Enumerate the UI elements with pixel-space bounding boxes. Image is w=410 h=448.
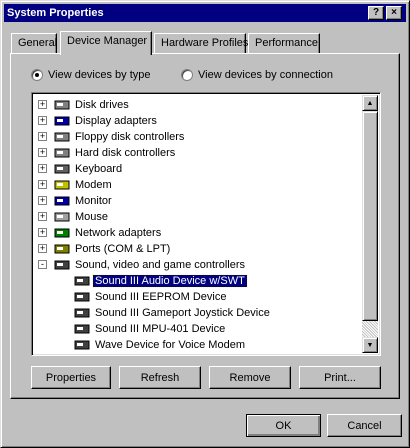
expand-icon[interactable]: + xyxy=(38,196,47,205)
port-icon xyxy=(54,242,70,256)
scroll-up-button[interactable]: ▲ xyxy=(362,95,378,111)
tree-category-row[interactable]: + Display adapters xyxy=(38,113,159,129)
tree-category-row[interactable]: + Hard disk controllers xyxy=(38,145,177,161)
view-by-connection-label: View devices by connection xyxy=(198,69,333,81)
remove-button[interactable]: Remove xyxy=(209,366,291,389)
tree-category-row[interactable]: + Mouse xyxy=(38,209,110,225)
expand-icon[interactable]: + xyxy=(38,132,47,141)
cancel-button[interactable]: Cancel xyxy=(327,414,402,437)
radio-by-connection[interactable] xyxy=(181,69,193,81)
tree-item-label: Hard disk controllers xyxy=(75,147,176,159)
vertical-scrollbar[interactable]: ▲ ▼ xyxy=(362,95,378,353)
tree-device-row[interactable]: Sound III EEPROM Device xyxy=(74,289,228,305)
expand-icon[interactable]: + xyxy=(38,228,47,237)
window-title: System Properties xyxy=(7,7,104,19)
tree-category-row[interactable]: + Keyboard xyxy=(38,161,124,177)
sound-controller-icon xyxy=(54,258,70,272)
tree-item-label: Network adapters xyxy=(75,227,162,239)
tree-item-label: Sound III EEPROM Device xyxy=(95,291,227,303)
sound-device-icon xyxy=(74,322,90,336)
tree-device-row[interactable]: Wave Device for Voice Modem xyxy=(74,337,247,353)
tree-item-label: Wave Device for Voice Modem xyxy=(95,339,245,351)
tree-item-label: Sound III MPU-401 Device xyxy=(95,323,226,335)
tree-item-label: Mouse xyxy=(75,211,109,223)
tree-item-label: Floppy disk controllers xyxy=(75,131,185,143)
tree-item-label: Modem xyxy=(75,179,112,191)
expand-icon[interactable]: + xyxy=(38,180,47,189)
tree-category-row[interactable]: + Monitor xyxy=(38,193,114,209)
scroll-down-button[interactable]: ▼ xyxy=(362,337,378,353)
tab-hardware-profiles[interactable]: Hardware Profiles xyxy=(154,33,248,53)
title-bar[interactable]: System Properties ? × xyxy=(4,4,406,22)
tab-device-manager[interactable]: Device Manager xyxy=(60,31,152,55)
expand-icon[interactable]: + xyxy=(38,164,47,173)
sound-device-icon xyxy=(74,306,90,320)
mouse-icon xyxy=(54,210,70,224)
sound-device-icon xyxy=(74,274,90,288)
tree-device-row[interactable]: Sound III Audio Device w/SWT xyxy=(74,273,248,289)
expand-icon[interactable]: + xyxy=(38,244,47,253)
tree-item-label: Disk drives xyxy=(75,99,129,111)
tree-category-row[interactable]: + Ports (COM & LPT) xyxy=(38,241,172,257)
tree-category-row[interactable]: + Network adapters xyxy=(38,225,163,241)
sound-device-icon xyxy=(74,290,90,304)
tree-category-row[interactable]: - Sound, video and game controllers xyxy=(38,257,247,273)
hard-disk-controller-icon xyxy=(54,146,70,160)
network-adapter-icon xyxy=(54,226,70,240)
system-properties-window: System Properties ? × General Device Man… xyxy=(0,0,410,448)
tree-device-row[interactable]: Sound III Gameport Joystick Device xyxy=(74,305,272,321)
close-button[interactable]: × xyxy=(386,6,402,20)
help-button[interactable]: ? xyxy=(368,6,384,20)
refresh-button[interactable]: Refresh xyxy=(119,366,201,389)
radio-by-type[interactable] xyxy=(31,69,43,81)
modem-icon xyxy=(54,178,70,192)
expand-icon[interactable]: + xyxy=(38,212,47,221)
scroll-thumb[interactable] xyxy=(362,111,378,321)
keyboard-icon xyxy=(54,162,70,176)
tab-general[interactable]: General xyxy=(11,33,57,53)
tree-category-row[interactable]: + Modem xyxy=(38,177,114,193)
display-adapter-icon xyxy=(54,114,70,128)
expand-icon[interactable]: + xyxy=(38,100,47,109)
expand-icon[interactable]: + xyxy=(38,148,47,157)
view-by-type-option[interactable]: View devices by type xyxy=(31,69,151,81)
tree-device-row[interactable]: Sound III MPU-401 Device xyxy=(74,321,227,337)
tab-performance[interactable]: Performance xyxy=(248,33,320,53)
tree-category-row[interactable]: + Floppy disk controllers xyxy=(38,129,186,145)
tree-item-label: Keyboard xyxy=(75,163,123,175)
sound-device-icon xyxy=(74,338,90,352)
properties-button[interactable]: Properties xyxy=(31,366,111,389)
ok-button[interactable]: OK xyxy=(246,414,321,437)
monitor-icon xyxy=(54,194,70,208)
floppy-controller-icon xyxy=(54,130,70,144)
view-by-type-label: View devices by type xyxy=(48,69,151,81)
device-manager-panel: View devices by type View devices by con… xyxy=(10,53,400,399)
device-tree: + Disk drives + Display adapters + Floppy dis… xyxy=(34,95,364,353)
expand-icon[interactable]: + xyxy=(38,116,47,125)
device-tree-list[interactable]: + Disk drives + Display adapters + Floppy dis… xyxy=(31,92,381,356)
tree-item-label: Monitor xyxy=(75,195,112,207)
tree-item-label: Sound, video and game controllers xyxy=(75,259,245,271)
tree-item-label: Sound III Gameport Joystick Device xyxy=(95,307,270,319)
tree-item-label: Sound III Audio Device w/SWT xyxy=(92,274,248,288)
tree-item-label: Ports (COM & LPT) xyxy=(75,243,171,255)
collapse-icon[interactable]: - xyxy=(38,260,47,269)
tree-item-label: Display adapters xyxy=(75,115,157,127)
tree-category-row[interactable]: + Disk drives xyxy=(38,97,131,113)
print-button[interactable]: Print... xyxy=(299,366,381,389)
disk-drive-icon xyxy=(54,98,70,112)
view-by-connection-option[interactable]: View devices by connection xyxy=(181,69,333,81)
